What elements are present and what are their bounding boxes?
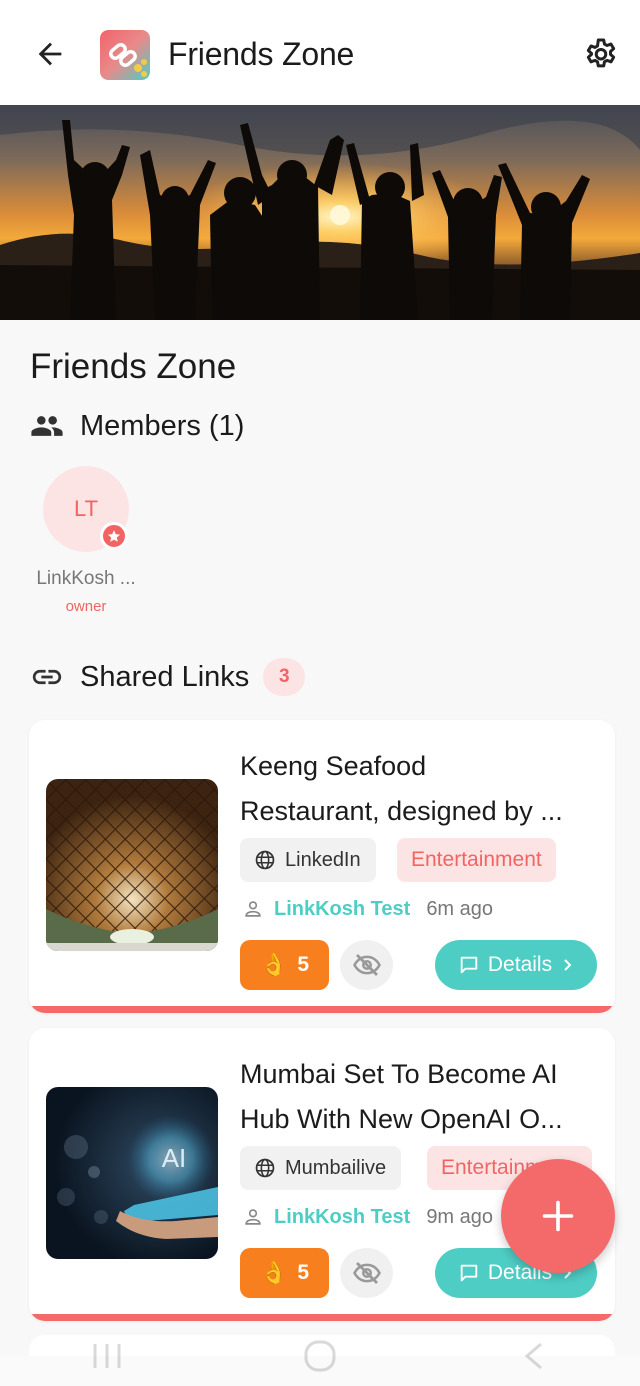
link-title-line: Mumbai Set To Become AI	[240, 1059, 558, 1089]
shared-links-header: Shared Links 3	[30, 656, 306, 698]
members-header: Members (1)	[30, 405, 244, 447]
globe-icon	[255, 1158, 275, 1178]
timestamp: 6m ago	[426, 897, 494, 920]
add-link-fab[interactable]	[501, 1159, 615, 1273]
comment-icon	[460, 1264, 478, 1282]
group-logo-icon	[100, 30, 150, 80]
source-chip[interactable]: Mumbailive	[240, 1146, 402, 1190]
shared-links-label: Shared Links	[80, 660, 250, 693]
people-icon	[31, 416, 63, 436]
link-thumbnail	[46, 779, 218, 951]
reaction-count: 5	[297, 1261, 310, 1284]
avatar-initials: LT	[73, 496, 99, 521]
source-label: Mumbailive	[285, 1156, 387, 1179]
members-label: Members (1)	[80, 409, 245, 442]
home-icon	[304, 1340, 336, 1372]
owner-star-badge	[100, 522, 128, 550]
reaction-button[interactable]: 👌 5	[240, 1248, 329, 1298]
eye-off-icon	[352, 1262, 381, 1284]
back-nav-button[interactable]	[503, 1336, 563, 1376]
link-title-line: Restaurant, designed by ...	[240, 796, 563, 826]
eye-off-icon	[352, 954, 381, 976]
link-title-line: Keeng Seafood	[240, 751, 427, 781]
source-label: LinkedIn	[285, 848, 361, 871]
link-thumbnail: AI	[46, 1087, 218, 1259]
timestamp: 9m ago	[426, 1205, 494, 1228]
link-meta: LinkKosh Test 9m ago	[242, 1204, 493, 1230]
plus-icon	[542, 1200, 574, 1232]
reaction-button[interactable]: 👌 5	[240, 940, 329, 990]
back-nav-icon	[525, 1342, 543, 1370]
settings-button[interactable]	[578, 32, 624, 78]
system-navigation-bar	[0, 1326, 640, 1386]
author-link[interactable]: LinkKosh Test	[274, 898, 410, 921]
star-icon	[107, 530, 121, 542]
chevron-right-icon	[564, 959, 572, 971]
member-role: owner	[65, 598, 107, 615]
card-accent-bar	[29, 1314, 615, 1321]
comment-icon	[460, 956, 478, 974]
reaction-count: 5	[297, 953, 310, 976]
category-chip[interactable]: Entertainment	[397, 838, 556, 882]
app-bar: Friends Zone	[0, 0, 640, 105]
member-name: LinkKosh ...	[36, 568, 136, 589]
source-chip[interactable]: LinkedIn	[240, 838, 376, 882]
link-title-line: Hub With New OpenAI O...	[240, 1104, 563, 1134]
svg-text:AI: AI	[162, 1143, 187, 1173]
hide-button[interactable]	[340, 940, 393, 990]
link-title[interactable]: Mumbai Set To Become AI Hub With New Ope…	[240, 1052, 598, 1142]
author-link[interactable]: LinkKosh Test	[274, 1206, 410, 1229]
gear-icon	[586, 38, 616, 68]
back-button[interactable]	[28, 32, 72, 76]
shared-links-count-badge: 3	[263, 658, 306, 696]
details-button[interactable]: Details	[435, 940, 597, 990]
person-icon	[245, 901, 261, 917]
app-bar-title: Friends Zone	[168, 36, 355, 72]
link-title[interactable]: Keeng Seafood Restaurant, designed by ..…	[240, 744, 598, 834]
arrow-left-icon	[38, 42, 62, 66]
globe-icon	[255, 850, 275, 870]
ok-hand-icon: 👌	[259, 952, 288, 977]
hide-button[interactable]	[340, 1248, 393, 1298]
ok-hand-icon: 👌	[259, 1260, 288, 1285]
group-name: Friends Zone	[30, 347, 237, 386]
link-card[interactable]: Keeng Seafood Restaurant, designed by ..…	[29, 720, 615, 1013]
group-banner-image	[0, 105, 640, 320]
details-label: Details	[487, 953, 553, 976]
recent-apps-button[interactable]	[77, 1336, 137, 1376]
link-icon	[32, 669, 62, 685]
home-button[interactable]	[290, 1336, 350, 1376]
link-meta: LinkKosh Test 6m ago	[242, 896, 493, 922]
card-accent-bar	[29, 1006, 615, 1013]
recent-apps-icon	[93, 1344, 121, 1368]
person-icon	[245, 1209, 261, 1225]
